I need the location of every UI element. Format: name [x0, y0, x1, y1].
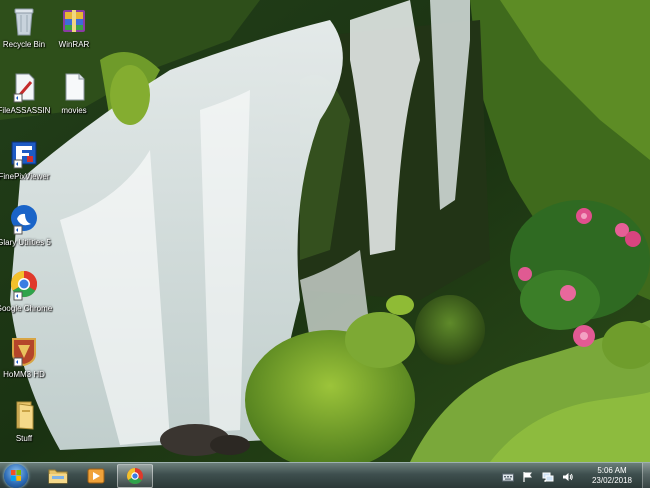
network-icon[interactable]	[542, 470, 554, 482]
fileassassin-icon	[7, 70, 41, 104]
winrar-icon	[57, 4, 91, 38]
system-tray: 5:06 AM 23/02/2018	[498, 465, 640, 487]
homm3-hd-icon	[7, 334, 41, 368]
show-desktop-button[interactable]	[642, 463, 650, 488]
speaker-icon[interactable]	[562, 470, 574, 482]
flag-icon[interactable]	[522, 470, 534, 482]
finepixviewer-icon	[7, 136, 41, 170]
desktop-icon-label: WinRAR	[58, 40, 90, 49]
taskbar-media-player[interactable]	[78, 464, 114, 488]
desktop-icon-label: FinePixViewer	[0, 172, 50, 181]
recycle-bin-icon	[7, 4, 41, 38]
desktop-icon-finepixviewer[interactable]: FinePixViewer	[0, 136, 54, 181]
desktop-icon-label: Stuff	[15, 434, 33, 443]
media-player-icon	[87, 468, 105, 484]
clock-time: 5:06 AM	[597, 466, 627, 475]
keyboard-icon[interactable]	[502, 470, 514, 482]
desktop-icon-homm3-hd[interactable]: HoMM3 HD	[0, 334, 54, 379]
taskbar-windows-explorer[interactable]	[40, 464, 76, 488]
document-file-icon	[57, 70, 91, 104]
desktop-icon-winrar[interactable]: WinRAR	[44, 4, 104, 49]
desktop-icon-label: movies	[61, 106, 87, 115]
desktop-icon-label: Google Chrome	[0, 304, 53, 313]
taskbar-clock[interactable]: 5:06 AM 23/02/2018	[584, 466, 640, 486]
desktop-icon-label: HoMM3 HD	[3, 370, 45, 379]
clock-date: 23/02/2018	[591, 476, 633, 485]
chrome-icon	[7, 268, 41, 302]
glary-utilities-icon	[7, 202, 41, 236]
desktop-icon-stuff[interactable]: Stuff	[0, 398, 54, 443]
folder-icon	[7, 398, 41, 432]
folder-icon	[48, 469, 68, 484]
desktop-icon-google-chrome[interactable]: Google Chrome	[0, 268, 54, 313]
taskbar-google-chrome[interactable]	[117, 464, 153, 488]
desktop-icon-glary-utilities[interactable]: Glary Utilities 5	[0, 202, 54, 247]
start-button[interactable]	[4, 464, 28, 488]
chrome-icon	[127, 468, 143, 484]
desktop-icon-label: Glary Utilities 5	[0, 238, 51, 247]
taskbar: 5:06 AM 23/02/2018	[0, 462, 650, 488]
desktop-icon-movies[interactable]: movies	[44, 70, 104, 115]
windows-logo-icon	[11, 470, 21, 481]
